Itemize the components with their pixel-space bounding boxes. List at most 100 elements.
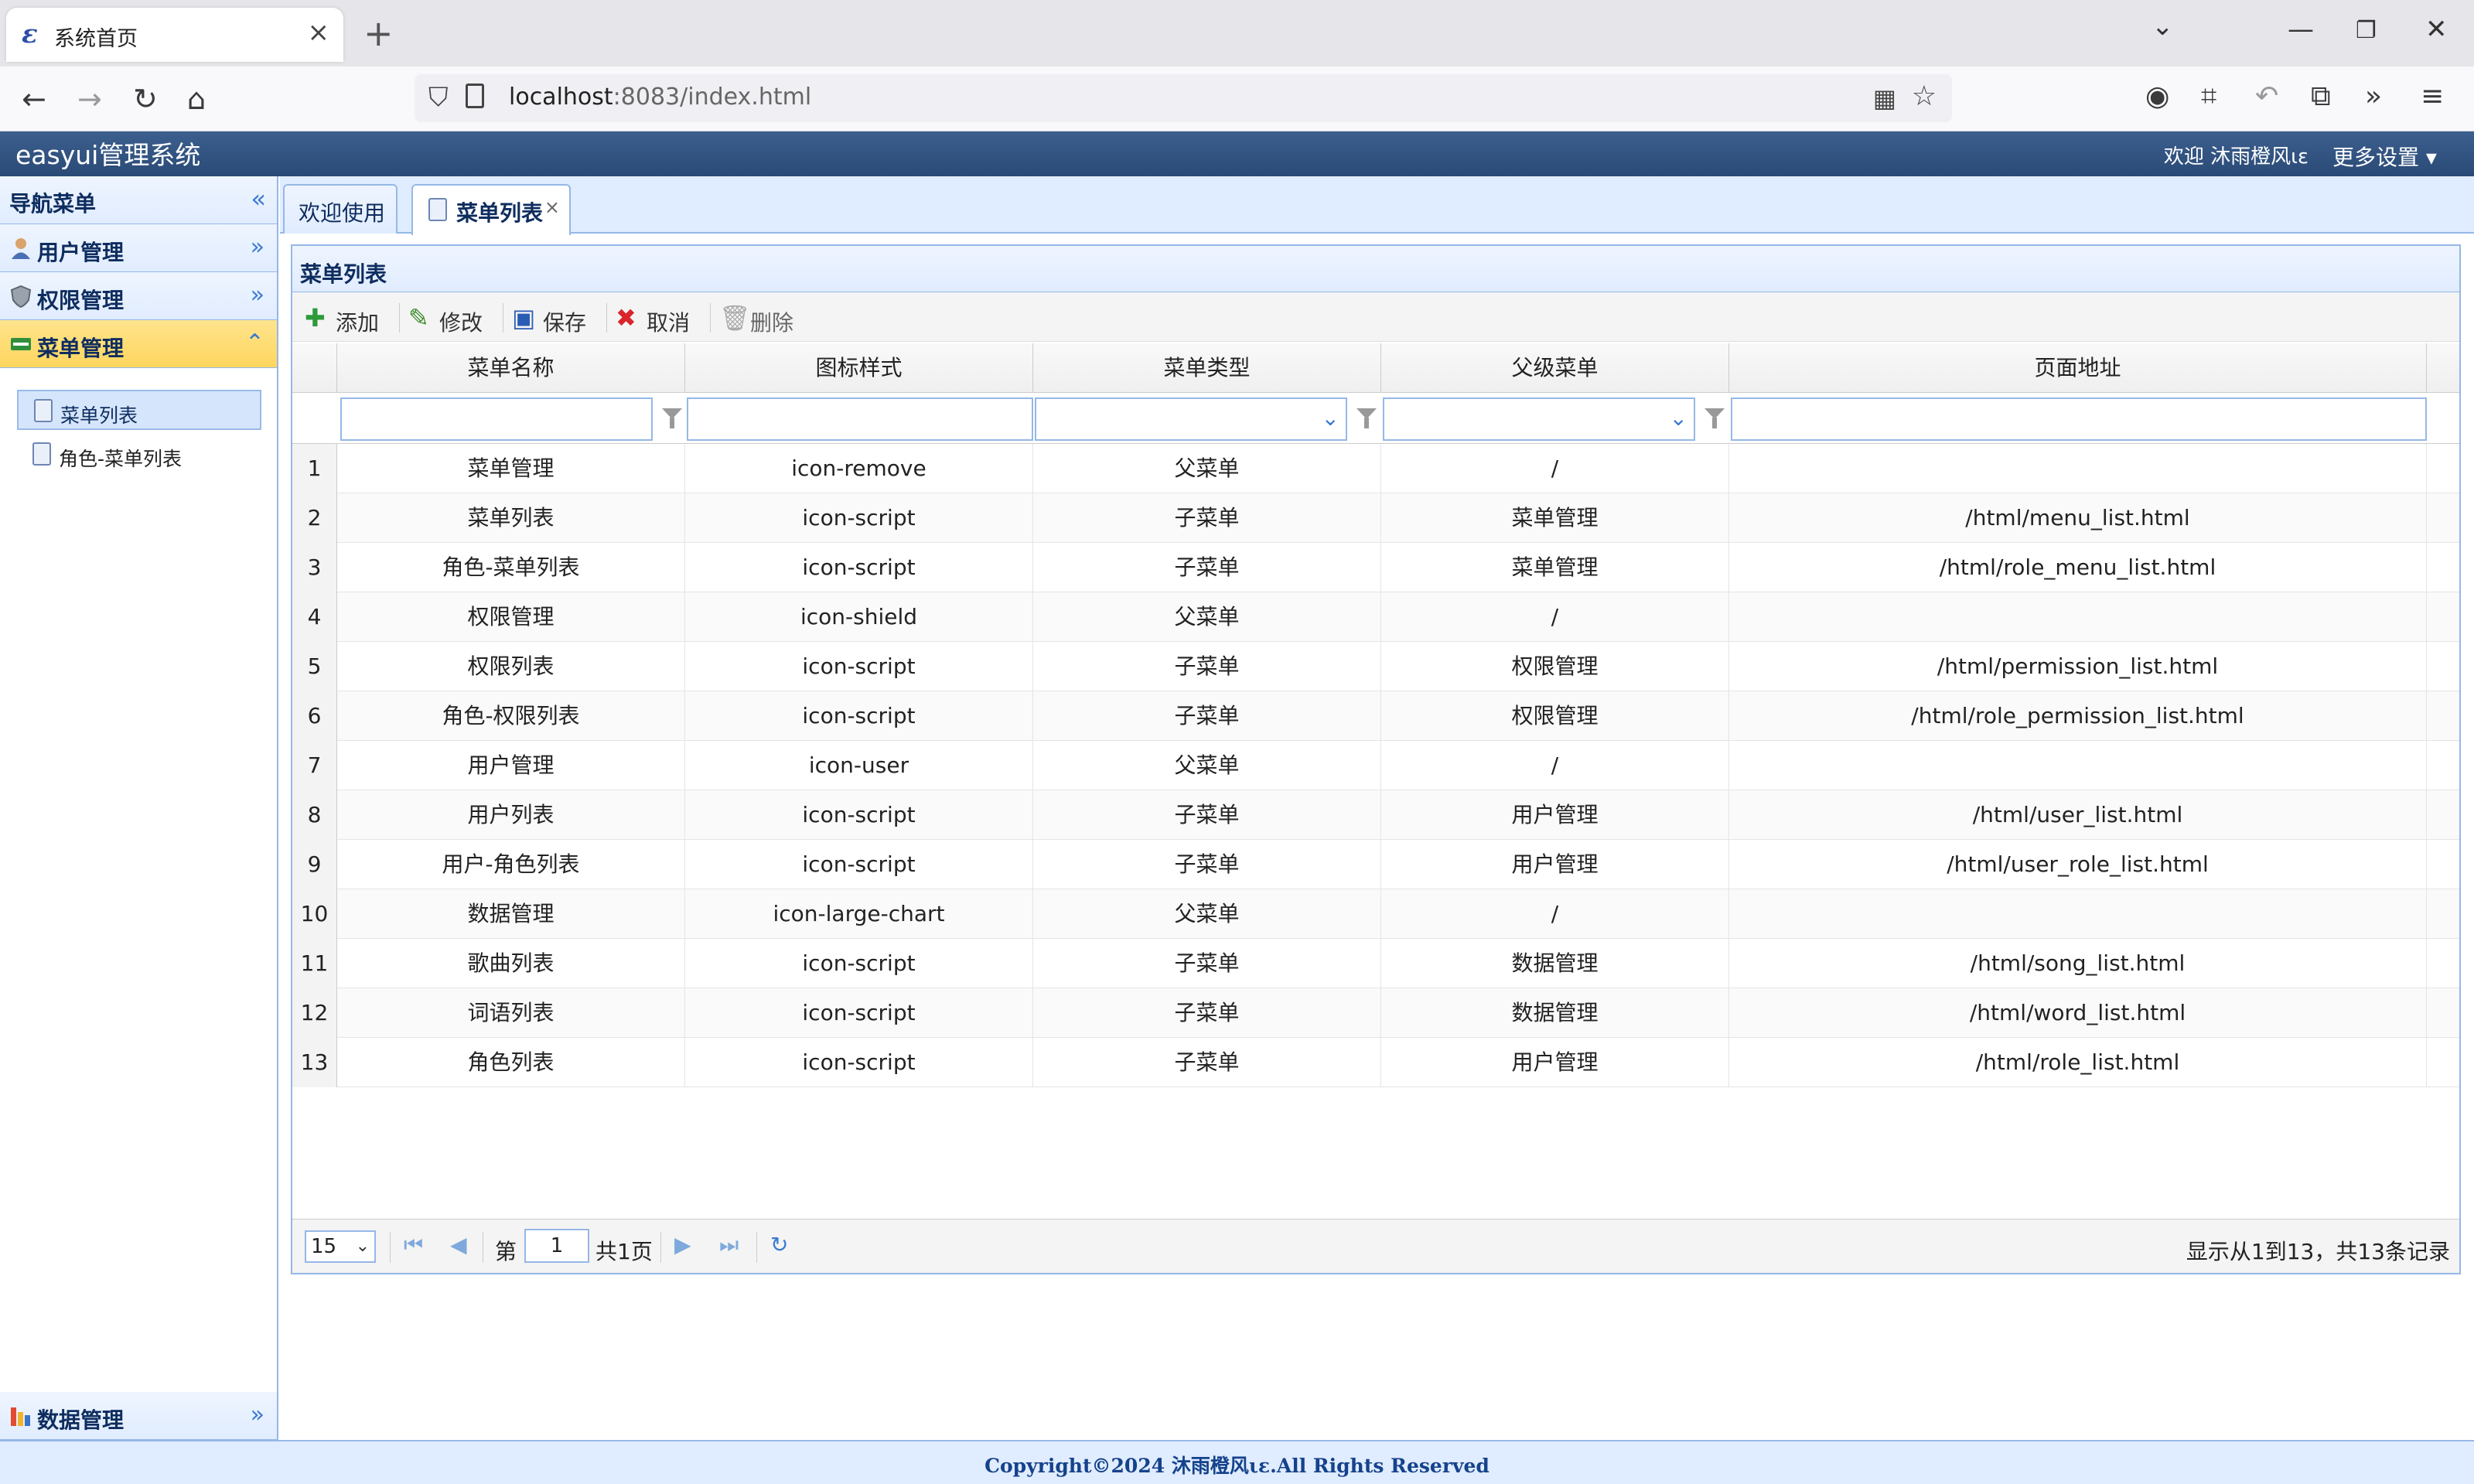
account-icon[interactable]: ◉ [2145,80,2169,112]
menu-name-cell[interactable]: 角色-权限列表 [337,691,685,741]
menu-name-cell[interactable]: 用户-角色列表 [337,840,685,889]
browser-tab[interactable]: ε 系统首页 × [6,8,343,62]
icon-style-cell[interactable]: icon-shield [685,592,1033,642]
icon-style-cell[interactable]: icon-script [685,543,1033,592]
overflow-chevrons-icon[interactable]: » [2365,80,2382,112]
url-text[interactable]: localhost:8083/index.html [509,84,811,111]
page-url-filter-input[interactable] [1731,397,2427,441]
reload-icon[interactable]: ↻ [133,82,158,116]
icon-style-cell[interactable]: icon-script [685,691,1033,741]
icon-style-cell[interactable]: icon-script [685,1038,1033,1087]
menu-name-cell[interactable]: 权限列表 [337,642,685,691]
collapse-icon[interactable]: ⌃ [245,329,264,357]
accordion-menu-management[interactable]: 菜单管理 ⌃ [0,320,277,368]
icon-style-filter-input[interactable] [687,397,1033,441]
crop-icon[interactable]: ⌗ [2201,80,2216,113]
cancel-button[interactable]: ✖ 取消 [616,300,701,336]
menu-type-cell[interactable]: 父菜单 [1033,741,1381,790]
next-page-icon[interactable]: ▶ [674,1232,691,1257]
menu-name-cell[interactable]: 用户列表 [337,790,685,840]
menu-name-cell[interactable]: 角色-菜单列表 [337,543,685,592]
page-url-cell[interactable] [1729,889,2427,939]
new-tab-icon[interactable]: + [363,12,394,54]
page-url-cell[interactable]: /html/permission_list.html [1729,642,2427,691]
menu-type-cell[interactable]: 子菜单 [1033,988,1381,1038]
page-number-input[interactable]: 1 [524,1229,589,1263]
column-header-icon-style[interactable]: 图标样式 [685,343,1033,393]
expand-icon[interactable]: » [251,281,264,309]
menu-name-cell[interactable]: 权限管理 [337,592,685,642]
parent-menu-cell[interactable]: 数据管理 [1381,988,1729,1038]
accordion-data-management[interactable]: 数据管理 » [0,1392,277,1440]
add-button[interactable]: ✚ 添加 [305,300,390,336]
table-row[interactable]: 2 菜单列表 icon-script 子菜单 菜单管理/html/menu_list.h… [292,493,2459,543]
chevron-down-icon[interactable]: ⌄ [1670,405,1687,431]
chevron-down-icon[interactable]: ⌄ [1322,405,1339,431]
parent-menu-cell[interactable]: 用户管理 [1381,840,1729,889]
tracking-shield-icon[interactable]: ⛉ [428,82,449,113]
icon-style-cell[interactable]: icon-script [685,840,1033,889]
column-header-menu-name[interactable]: 菜单名称 [337,343,685,393]
extensions-icon[interactable]: ⧉ [2311,80,2331,113]
menu-type-cell[interactable]: 父菜单 [1033,889,1381,939]
menu-type-cell[interactable]: 子菜单 [1033,939,1381,988]
parent-menu-cell[interactable]: 权限管理 [1381,691,1729,741]
menu-name-cell[interactable]: 歌曲列表 [337,939,685,988]
menu-name-cell[interactable]: 用户管理 [337,741,685,790]
save-button[interactable]: ▣ 保存 [512,300,597,336]
icon-style-cell[interactable]: icon-user [685,741,1033,790]
refresh-icon[interactable]: ↻ [770,1232,788,1257]
parent-menu-cell[interactable]: 用户管理 [1381,790,1729,840]
table-row[interactable]: 9 用户-角色列表 icon-script 子菜单 用户管理/html/user_rol… [292,840,2459,889]
last-page-icon[interactable]: ⏭ [719,1232,739,1258]
collapse-sidebar-icon[interactable]: « [251,184,266,213]
menu-type-cell[interactable]: 子菜单 [1033,493,1381,543]
filter-icon[interactable] [1705,408,1725,430]
menu-name-cell[interactable]: 数据管理 [337,889,685,939]
page-info-icon[interactable] [466,84,484,108]
expand-icon[interactable]: » [251,234,264,261]
home-icon[interactable]: ⌂ [187,82,206,116]
tab-welcome[interactable]: 欢迎使用 [283,184,398,234]
menu-name-filter-input[interactable] [340,397,653,441]
forward-icon[interactable]: → [77,82,102,116]
menu-type-cell[interactable]: 父菜单 [1033,592,1381,642]
menu-name-cell[interactable]: 角色列表 [337,1038,685,1087]
menu-type-cell[interactable]: 子菜单 [1033,642,1381,691]
page-url-cell[interactable]: /html/user_list.html [1729,790,2427,840]
page-url-cell[interactable]: /html/role_list.html [1729,1038,2427,1087]
menu-type-cell[interactable]: 子菜单 [1033,543,1381,592]
page-url-cell[interactable] [1729,444,2427,493]
parent-menu-filter-select[interactable]: ⌄ [1383,397,1695,441]
table-row[interactable]: 3 角色-菜单列表 icon-script 子菜单 菜单管理/html/role_men… [292,543,2459,592]
table-row[interactable]: 4 权限管理 icon-shield 父菜单 / [292,592,2459,642]
menu-type-filter-select[interactable]: ⌄ [1035,397,1347,441]
column-header-page-url[interactable]: 页面地址 [1729,343,2427,393]
page-url-cell[interactable] [1729,592,2427,642]
minimize-icon[interactable]: — [2288,14,2314,45]
tab-menu-list[interactable]: 菜单列表 × [411,184,571,235]
menu-type-cell[interactable]: 子菜单 [1033,691,1381,741]
tree-item-menu-list[interactable]: 菜单列表 [17,390,261,430]
icon-style-cell[interactable]: icon-remove [685,444,1033,493]
parent-menu-cell[interactable]: 用户管理 [1381,1038,1729,1087]
menu-type-cell[interactable]: 子菜单 [1033,1038,1381,1087]
accordion-permission-management[interactable]: 权限管理 » [0,272,277,320]
menu-name-cell[interactable]: 菜单列表 [337,493,685,543]
list-tabs-chevron-icon[interactable]: ⌄ [2152,11,2174,42]
parent-menu-cell[interactable]: 菜单管理 [1381,493,1729,543]
table-row[interactable]: 7 用户管理 icon-user 父菜单 / [292,741,2459,790]
page-url-cell[interactable]: /html/menu_list.html [1729,493,2427,543]
table-row[interactable]: 1 菜单管理 icon-remove 父菜单 / [292,444,2459,493]
edit-button[interactable]: ✎ 修改 [408,300,493,336]
filter-icon[interactable] [1356,408,1377,430]
menu-name-cell[interactable]: 词语列表 [337,988,685,1038]
icon-style-cell[interactable]: icon-script [685,493,1033,543]
parent-menu-cell[interactable]: 权限管理 [1381,642,1729,691]
column-header-menu-type[interactable]: 菜单类型 [1033,343,1381,393]
icon-style-cell[interactable]: icon-script [685,939,1033,988]
prev-page-icon[interactable]: ◀ [450,1232,467,1257]
table-row[interactable]: 6 角色-权限列表 icon-script 子菜单 权限管理/html/role_per… [292,691,2459,741]
restore-icon[interactable]: ❐ [2356,17,2377,44]
icon-style-cell[interactable]: icon-large-chart [685,889,1033,939]
